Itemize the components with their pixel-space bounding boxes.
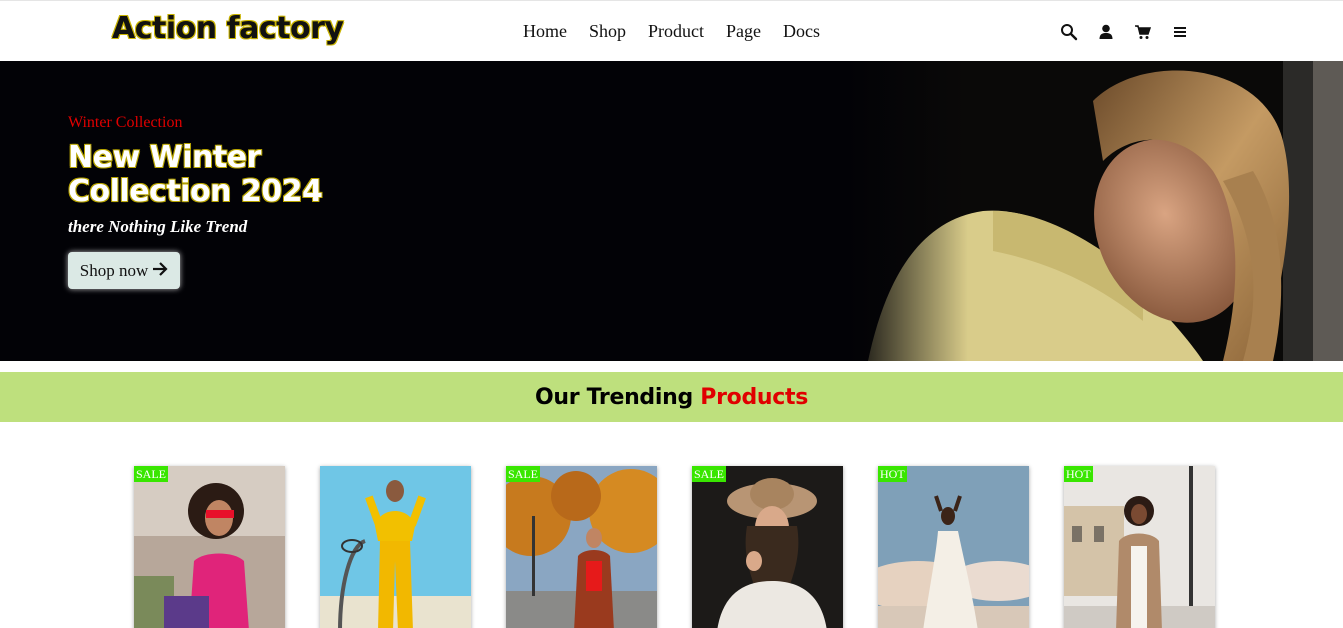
user-icon[interactable] (1097, 23, 1115, 41)
arrow-right-icon (152, 261, 168, 281)
menu-icon[interactable] (1171, 23, 1189, 41)
product-badge: HOT (878, 466, 907, 482)
product-badge: HOT (1064, 466, 1093, 482)
product-card[interactable]: SALE (134, 466, 285, 628)
product-card[interactable]: HOT (878, 466, 1029, 628)
shop-now-button[interactable]: Shop now (68, 252, 180, 289)
product-image (506, 466, 657, 628)
cart-icon[interactable] (1134, 23, 1152, 41)
hero-subtitle: there Nothing Like Trend (68, 217, 248, 236)
site-logo[interactable]: Action factory (112, 11, 344, 46)
nav-shop[interactable]: Shop (589, 21, 626, 42)
product-badge: SALE (134, 466, 168, 482)
product-image (320, 466, 471, 628)
product-card[interactable]: SALE (506, 466, 657, 628)
product-card[interactable]: SALE (692, 466, 843, 628)
main-nav: Home Shop Product Page Docs (523, 21, 820, 42)
product-image (878, 466, 1029, 628)
product-card[interactable] (320, 466, 471, 628)
product-image (1064, 466, 1215, 628)
site-header: Action factory Home Shop Product Page Do… (0, 0, 1343, 61)
product-badge: SALE (506, 466, 540, 482)
product-badge: SALE (692, 466, 726, 482)
hero-banner: Winter Collection New Winter Collection … (0, 61, 1343, 361)
hero-title: New Winter Collection 2024 (68, 140, 323, 209)
trending-band: Our Trending Products (0, 372, 1343, 422)
hero-eyebrow: Winter Collection (68, 114, 183, 131)
search-icon[interactable] (1060, 23, 1078, 41)
shop-now-label: Shop now (79, 260, 149, 280)
nav-home[interactable]: Home (523, 21, 567, 42)
hero-model-photo (843, 61, 1343, 361)
header-icons (1060, 23, 1189, 41)
trending-title-accent: Products (700, 384, 809, 410)
product-image (134, 466, 285, 628)
trending-title-prefix: Our Trending (534, 384, 693, 410)
nav-product[interactable]: Product (648, 21, 704, 42)
nav-docs[interactable]: Docs (783, 21, 820, 42)
nav-page[interactable]: Page (726, 21, 761, 42)
product-grid: SALE SALE SALE HOT HOT (134, 466, 1215, 628)
product-image (692, 466, 843, 628)
trending-title: Our Trending Products (535, 385, 808, 410)
product-card[interactable]: HOT (1064, 466, 1215, 628)
